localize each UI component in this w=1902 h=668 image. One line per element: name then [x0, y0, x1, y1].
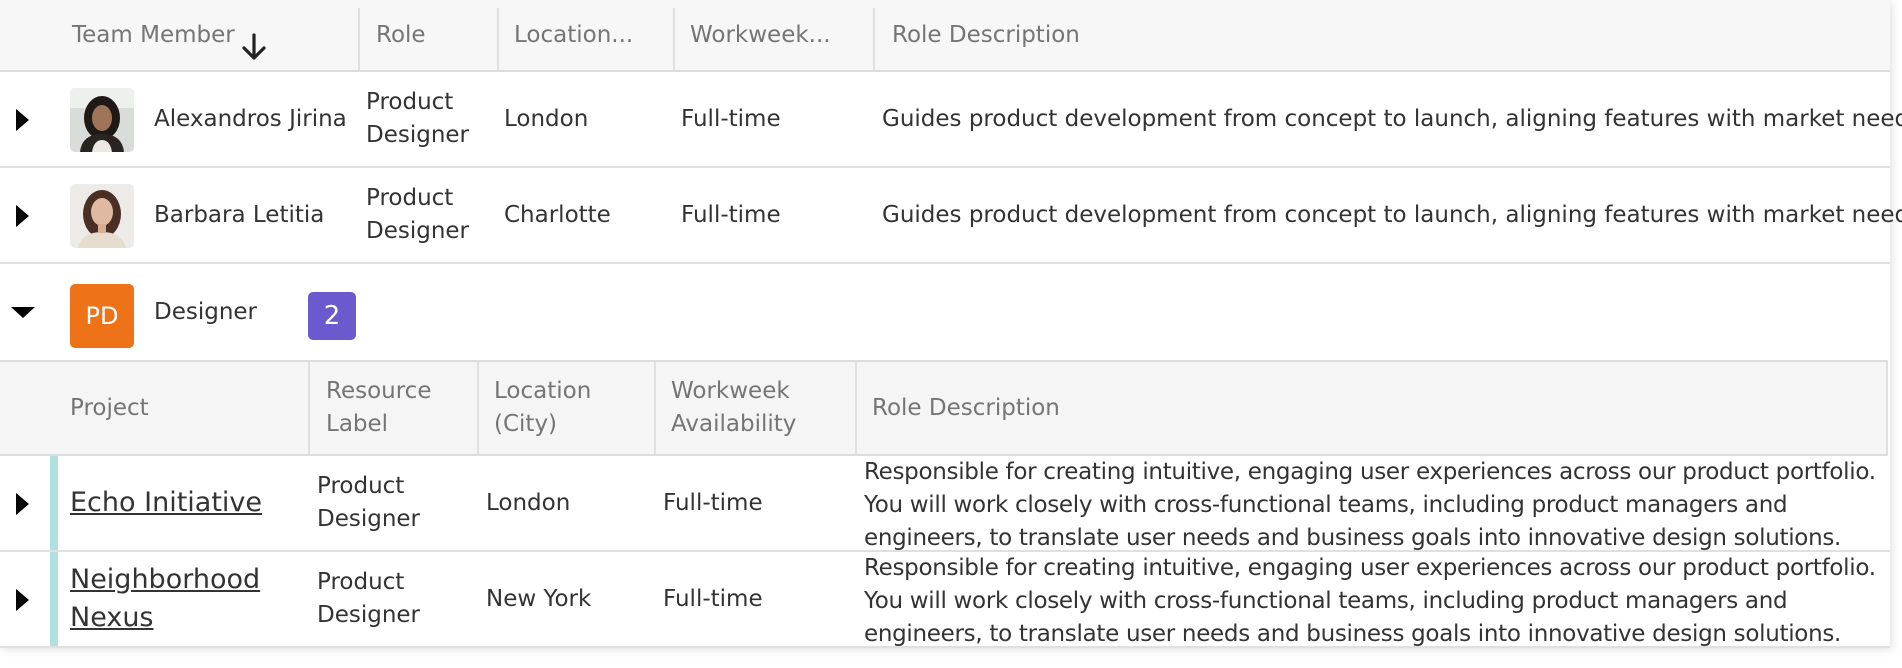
arrow-down-icon[interactable]: [241, 20, 267, 60]
column-divider[interactable]: [654, 362, 656, 454]
column-header-label: Role Description: [872, 394, 1060, 421]
column-header-label: Team Member: [72, 22, 235, 48]
team-member-name: Alexandros Jirina: [154, 105, 347, 132]
group-label: Designer: [154, 298, 258, 325]
column-divider[interactable]: [673, 8, 675, 70]
location-text: London: [486, 489, 571, 516]
role-description-text: Responsible for creating intuitive, enga…: [864, 456, 1876, 550]
column-header-label: Workweek: [671, 378, 790, 404]
description-line: You will work closely with cross-functio…: [864, 492, 1788, 518]
location-text: New York: [486, 585, 592, 612]
subgrid-header-workweek-availability[interactable]: Workweek Availability: [671, 362, 796, 454]
column-divider[interactable]: [855, 362, 857, 454]
column-header-workweek[interactable]: Workweek...: [690, 0, 831, 70]
description-line: You will work closely with cross-functio…: [864, 588, 1788, 614]
role-text: Designer: [366, 122, 470, 148]
column-header-label: (City): [494, 411, 558, 437]
location-text: Charlotte: [504, 201, 611, 228]
team-grid: Team Member Role Location... Workweek...…: [0, 0, 1902, 648]
expand-row-icon[interactable]: [16, 205, 29, 227]
team-member-name: Barbara Letitia: [154, 201, 325, 228]
grid-header: Team Member Role Location... Workweek...…: [0, 0, 1890, 72]
avatar: [70, 88, 134, 152]
role-text: Product: [366, 89, 454, 115]
role-description-text: Guides product development from concept …: [882, 105, 1902, 132]
expand-row-icon[interactable]: [16, 109, 29, 131]
column-header-location[interactable]: Location...: [514, 0, 633, 70]
subgrid-row[interactable]: Echo Initiative Product Designer London …: [0, 456, 1890, 552]
column-divider[interactable]: [358, 8, 360, 70]
role-text: Designer: [366, 218, 470, 244]
subgrid-header: Project Resource Label Location (City) W…: [0, 360, 1888, 456]
subgrid-header-role-description[interactable]: Role Description: [872, 362, 1060, 454]
expand-row-icon[interactable]: [16, 589, 29, 611]
expand-row-icon[interactable]: [16, 493, 29, 515]
column-header-role-description[interactable]: Role Description: [892, 0, 1080, 70]
workweek-text: Full-time: [681, 105, 781, 132]
table-row[interactable]: Barbara Letitia Product Designer Charlot…: [0, 168, 1902, 264]
subgrid-header-project[interactable]: Project: [70, 362, 149, 454]
project-link[interactable]: Echo Initiative: [70, 484, 262, 522]
group-row[interactable]: PD Designer 2: [0, 264, 1890, 360]
resource-label-text: Product: [317, 473, 405, 499]
group-initials-badge: PD: [70, 284, 134, 348]
avatar: [70, 184, 134, 248]
table-row[interactable]: Alexandros Jirina Product Designer Londo…: [0, 72, 1902, 168]
subgrid-header-resource-label[interactable]: Resource Label: [326, 362, 431, 454]
collapse-row-icon[interactable]: [11, 307, 35, 318]
column-header-label: Project: [70, 394, 149, 421]
column-header-label: Location: [494, 378, 592, 404]
group-count-badge: 2: [308, 292, 356, 340]
column-divider[interactable]: [308, 362, 310, 454]
location-text: London: [504, 105, 589, 132]
project-link[interactable]: Neighborhood: [70, 561, 260, 599]
subgrid-header-location-city[interactable]: Location (City): [494, 362, 591, 454]
column-divider[interactable]: [873, 8, 875, 70]
description-line: Responsible for creating intuitive, enga…: [864, 459, 1876, 485]
workweek-text: Full-time: [681, 201, 781, 228]
project-link[interactable]: Nexus: [70, 599, 154, 637]
resource-label-text: Designer: [317, 602, 421, 628]
workweek-text: Full-time: [663, 489, 763, 516]
column-header-label: Label: [326, 411, 389, 437]
description-line: engineers, to translate user needs and b…: [864, 525, 1842, 550]
role-description-text: Guides product development from concept …: [882, 201, 1902, 228]
column-divider[interactable]: [497, 8, 499, 70]
column-header-label: Availability: [671, 411, 797, 437]
column-header-label: Resource: [326, 378, 432, 404]
role-description-text: Responsible for creating intuitive, enga…: [864, 552, 1876, 646]
column-header-team-member[interactable]: Team Member: [72, 0, 267, 70]
description-line: Responsible for creating intuitive, enga…: [864, 555, 1876, 581]
subgrid-row[interactable]: Neighborhood Nexus Product Designer New …: [0, 552, 1890, 648]
column-divider[interactable]: [477, 362, 479, 454]
role-text: Product: [366, 185, 454, 211]
workweek-text: Full-time: [663, 585, 763, 612]
column-header-role[interactable]: Role: [376, 0, 426, 70]
description-line: engineers, to translate user needs and b…: [864, 621, 1842, 646]
resource-label-text: Designer: [317, 506, 421, 532]
resource-label-text: Product: [317, 569, 405, 595]
